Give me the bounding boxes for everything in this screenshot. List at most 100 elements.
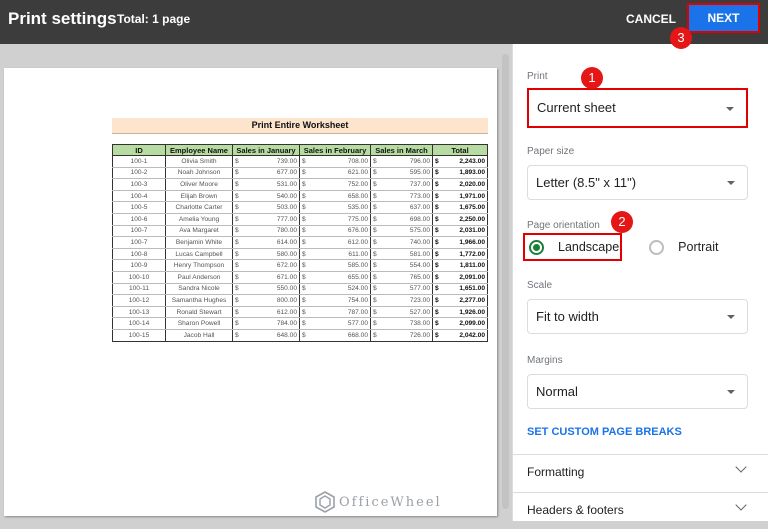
cell-total: 2,031.00 bbox=[444, 225, 489, 238]
cell-jan: 780.00 bbox=[240, 225, 300, 238]
cell-currency: $ bbox=[231, 167, 241, 180]
cell-mar: 595.00 bbox=[378, 167, 433, 180]
cell-id: 100-6 bbox=[112, 213, 166, 226]
table-row: 100-11 Sandra Nicole $550.00 $524.00 $577.00… bbox=[112, 283, 489, 296]
cell-id: 100-10 bbox=[112, 271, 166, 284]
headers-footers-section[interactable]: Headers & footers bbox=[513, 493, 768, 529]
margins-label: Margins bbox=[527, 355, 563, 366]
preview-scrollbar[interactable] bbox=[502, 54, 509, 509]
col-header: Employee Name bbox=[165, 144, 233, 156]
col-header: Sales in January bbox=[232, 144, 300, 156]
cell-total: 2,243.00 bbox=[444, 155, 489, 168]
cell-currency: $ bbox=[369, 306, 379, 319]
cell-currency: $ bbox=[432, 236, 445, 249]
cell-total: 1,893.00 bbox=[444, 167, 489, 180]
cell-mar: 737.00 bbox=[378, 178, 433, 191]
cell-currency: $ bbox=[432, 225, 445, 238]
cell-currency: $ bbox=[432, 317, 445, 330]
cell-feb: 612.00 bbox=[307, 236, 371, 249]
cell-jan: 672.00 bbox=[240, 259, 300, 272]
cell-feb: 655.00 bbox=[307, 271, 371, 284]
cell-feb: 658.00 bbox=[307, 190, 371, 203]
print-preview: Print Entire Worksheet ID Employee Name … bbox=[0, 44, 510, 521]
cancel-button[interactable]: CANCEL bbox=[618, 8, 684, 30]
cell-id: 100-4 bbox=[112, 190, 166, 203]
cell-feb: 775.00 bbox=[307, 213, 371, 226]
cell-name: Oliver Moore bbox=[165, 178, 233, 191]
cell-total: 1,971.00 bbox=[444, 190, 489, 203]
cell-id: 100-5 bbox=[112, 201, 166, 214]
cell-currency: $ bbox=[298, 317, 308, 330]
cell-currency: $ bbox=[231, 201, 241, 214]
table-row: 100-1 Olivia Smith $739.00 $708.00 $796.00 $2… bbox=[112, 155, 489, 168]
cell-jan: 550.00 bbox=[240, 283, 300, 296]
cell-currency: $ bbox=[432, 201, 445, 214]
paper-size-value: Letter (8.5" x 11") bbox=[536, 175, 637, 190]
scale-select[interactable]: Fit to width bbox=[527, 299, 748, 334]
sheet-title: Print Entire Worksheet bbox=[112, 118, 488, 134]
set-custom-page-breaks-link[interactable]: SET CUSTOM PAGE BREAKS bbox=[527, 426, 682, 438]
cell-total: 1,811.00 bbox=[444, 259, 489, 272]
cell-currency: $ bbox=[298, 201, 308, 214]
cell-currency: $ bbox=[298, 259, 308, 272]
cell-currency: $ bbox=[231, 294, 241, 307]
next-button[interactable]: NEXT bbox=[687, 3, 760, 33]
cell-currency: $ bbox=[298, 213, 308, 226]
cell-currency: $ bbox=[231, 236, 241, 249]
cell-total: 2,020.00 bbox=[444, 178, 489, 191]
cell-name: Ava Margaret bbox=[165, 225, 233, 238]
col-header: ID bbox=[112, 144, 166, 156]
cell-currency: $ bbox=[298, 190, 308, 203]
paper-size-label: Paper size bbox=[527, 146, 575, 157]
cell-currency: $ bbox=[298, 178, 308, 191]
table-row: 100-3 Oliver Moore $531.00 $752.00 $737.00 $2… bbox=[112, 178, 489, 191]
radio-portrait[interactable]: Portrait bbox=[649, 239, 718, 255]
cell-currency: $ bbox=[432, 167, 445, 180]
cell-mar: 726.00 bbox=[378, 329, 433, 342]
cell-currency: $ bbox=[231, 155, 241, 168]
cell-currency: $ bbox=[369, 248, 379, 261]
cell-currency: $ bbox=[231, 329, 241, 342]
step-3-badge: 3 bbox=[670, 27, 692, 49]
margins-select[interactable]: Normal bbox=[527, 374, 748, 409]
dropdown-caret-icon bbox=[727, 390, 735, 394]
table-header-row: ID Employee Name Sales in January Sales … bbox=[112, 144, 488, 156]
cell-feb: 676.00 bbox=[307, 225, 371, 238]
cell-currency: $ bbox=[298, 167, 308, 180]
table-row: 100-8 Lucas Campbell $580.00 $611.00 $581.00… bbox=[112, 248, 489, 261]
cell-currency: $ bbox=[298, 283, 308, 296]
cell-mar: 698.00 bbox=[378, 213, 433, 226]
cell-currency: $ bbox=[298, 294, 308, 307]
cell-currency: $ bbox=[231, 225, 241, 238]
cell-total: 1,675.00 bbox=[444, 201, 489, 214]
radio-landscape[interactable]: Landscape bbox=[529, 239, 619, 255]
cell-currency: $ bbox=[231, 317, 241, 330]
print-label: Print bbox=[527, 71, 548, 82]
cell-jan: 784.00 bbox=[240, 317, 300, 330]
cell-id: 100-9 bbox=[112, 259, 166, 272]
watermark-text: OfficeWheel bbox=[339, 494, 442, 510]
cell-jan: 531.00 bbox=[240, 178, 300, 191]
sheet-table: ID Employee Name Sales in January Sales … bbox=[112, 144, 489, 342]
cell-currency: $ bbox=[432, 178, 445, 191]
cell-jan: 677.00 bbox=[240, 167, 300, 180]
cell-name: Sharon Powell bbox=[165, 317, 233, 330]
cell-name: Samantha Hughes bbox=[165, 294, 233, 307]
paper-size-select[interactable]: Letter (8.5" x 11") bbox=[527, 165, 748, 200]
cell-currency: $ bbox=[369, 236, 379, 249]
formatting-section[interactable]: Formatting bbox=[513, 455, 768, 491]
cell-jan: 503.00 bbox=[240, 201, 300, 214]
print-select[interactable]: Current sheet bbox=[527, 88, 748, 128]
cell-currency: $ bbox=[369, 190, 379, 203]
cell-mar: 796.00 bbox=[378, 155, 433, 168]
cell-currency: $ bbox=[432, 155, 445, 168]
cell-id: 100-2 bbox=[112, 167, 166, 180]
cell-currency: $ bbox=[369, 317, 379, 330]
cell-mar: 723.00 bbox=[378, 294, 433, 307]
chevron-down-icon bbox=[735, 499, 747, 511]
cell-currency: $ bbox=[432, 259, 445, 272]
orientation-group: Landscape Portrait bbox=[527, 233, 718, 261]
section-title: Headers & footers bbox=[527, 503, 624, 517]
cell-name: Lucas Campbell bbox=[165, 248, 233, 261]
cell-total: 1,651.00 bbox=[444, 283, 489, 296]
